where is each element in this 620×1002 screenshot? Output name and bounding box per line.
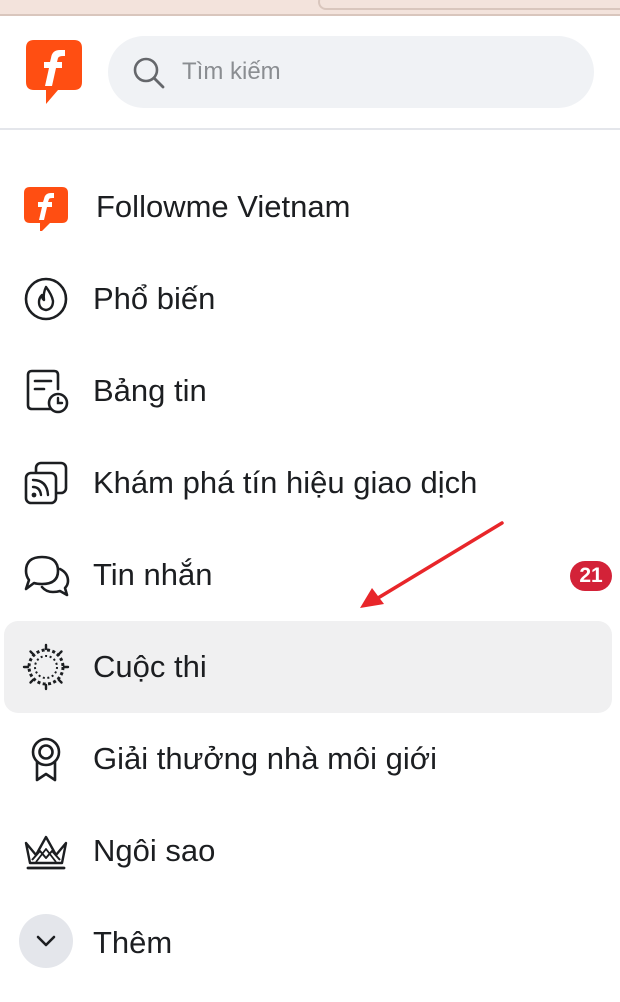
sidebar-item-stars[interactable]: Ngôi sao (4, 805, 612, 897)
followme-logo-icon (22, 183, 70, 233)
sidebar-item-label: Phổ biến (93, 281, 216, 316)
sidebar-item-followme-vietnam[interactable]: Followme Vietnam (4, 161, 612, 253)
sidebar-item-label: Thêm (93, 925, 173, 960)
sidebar-nav: Followme Vietnam Phổ biến Bảng tin Khám … (0, 161, 620, 989)
more-button-circle[interactable] (19, 914, 73, 968)
sidebar-item-feed[interactable]: Bảng tin (4, 345, 612, 437)
browser-top-strip (0, 0, 620, 16)
sidebar-item-label: Giải thưởng nhà môi giới (93, 741, 438, 776)
search-input[interactable] (182, 50, 572, 94)
header-divider (0, 128, 620, 130)
sidebar-header (0, 16, 620, 128)
sidebar-item-label: Cuộc thi (93, 649, 207, 684)
signal-cards-icon (22, 459, 70, 507)
search-box[interactable] (108, 36, 594, 108)
browser-tab-edge (318, 0, 620, 10)
feed-clock-icon (22, 367, 70, 415)
sidebar-item-popular[interactable]: Phổ biến (4, 253, 612, 345)
flame-icon (22, 275, 70, 323)
sidebar-item-label: Ngôi sao (93, 833, 216, 868)
chevron-down-icon (36, 935, 56, 947)
unread-count-badge: 21 (570, 561, 612, 591)
sidebar-item-label: Khám phá tín hiệu giao dịch (93, 465, 478, 500)
sidebar-item-label: Tin nhắn (93, 557, 213, 592)
search-icon (132, 56, 166, 90)
contest-burst-icon (22, 643, 70, 691)
followme-logo-icon[interactable] (24, 38, 84, 108)
sidebar-item-more[interactable]: Thêm (4, 897, 612, 989)
chat-bubbles-icon (22, 551, 70, 599)
award-ribbon-icon (22, 735, 70, 783)
sidebar-item-broker-awards[interactable]: Giải thưởng nhà môi giới (4, 713, 612, 805)
sidebar-item-trading-signals[interactable]: Khám phá tín hiệu giao dịch (4, 437, 612, 529)
sidebar-item-messages[interactable]: Tin nhắn 21 (4, 529, 612, 621)
crown-icon (22, 827, 70, 875)
sidebar-item-label: Bảng tin (93, 373, 207, 408)
sidebar-item-label: Followme Vietnam (96, 189, 351, 224)
sidebar-item-contest[interactable]: Cuộc thi (4, 621, 612, 713)
